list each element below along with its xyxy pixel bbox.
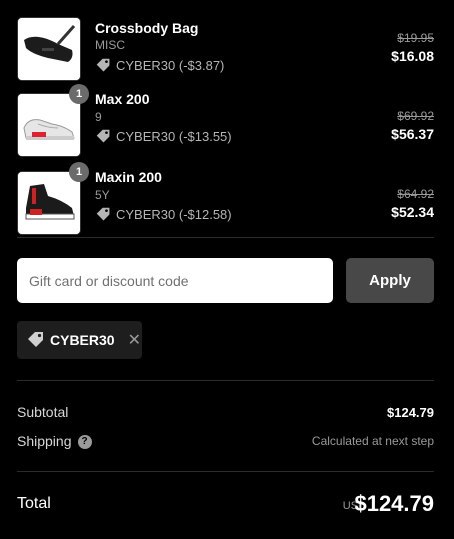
- product-image-sneaker-black: [17, 171, 81, 235]
- shipping-value: Calculated at next step: [311, 434, 434, 448]
- divider: [17, 471, 434, 472]
- tag-icon: [96, 58, 110, 72]
- tag-icon: [96, 129, 110, 143]
- apply-button[interactable]: Apply: [346, 258, 434, 303]
- item-variant: MISC: [95, 38, 125, 52]
- item-discount: CYBER30 (-$3.87): [95, 57, 224, 74]
- item-discount: CYBER30 (-$13.55): [95, 128, 232, 145]
- product-image-sneaker-white: [17, 93, 81, 157]
- product-image-bag: [17, 17, 81, 81]
- total-label: Total: [17, 495, 51, 512]
- subtotal-label: Subtotal: [17, 404, 69, 420]
- divider: [17, 380, 434, 381]
- item-name: Crossbody Bag: [95, 20, 199, 36]
- item-original-price: $19.95: [397, 31, 434, 45]
- item-discount-text: CYBER30 (-$12.58): [116, 207, 232, 222]
- item-name: Max 200: [95, 91, 150, 107]
- line-item: 1 Max 200 9 CYBER30 (-$13.55) $69.92 $56…: [0, 84, 454, 157]
- divider: [17, 237, 434, 238]
- item-original-price: $69.92: [397, 109, 434, 123]
- item-discount-text: CYBER30 (-$13.55): [116, 129, 232, 144]
- shipping-row: Shipping?: [17, 433, 92, 450]
- item-variant: 9: [95, 110, 102, 124]
- discount-code-input[interactable]: [17, 258, 333, 303]
- shipping-label: Shipping: [17, 433, 72, 449]
- applied-discount-chip: CYBER30 ✕: [17, 321, 142, 359]
- item-final-price: $56.37: [391, 126, 434, 142]
- quantity-badge: 1: [69, 162, 89, 182]
- close-icon[interactable]: ✕: [128, 330, 141, 350]
- item-discount-text: CYBER30 (-$3.87): [116, 58, 225, 73]
- item-variant: 5Y: [95, 188, 110, 202]
- subtotal-value: $124.79: [387, 405, 434, 420]
- line-item: 1 Maxin 200 5Y CYBER30 (-$12.58) $64.92 …: [0, 162, 454, 235]
- item-name: Maxin 200: [95, 169, 162, 185]
- help-icon[interactable]: ?: [77, 435, 92, 450]
- applied-discount-label: CYBER30: [50, 332, 115, 348]
- tag-icon: [28, 332, 43, 347]
- tag-icon: [96, 207, 110, 221]
- item-discount: CYBER30 (-$12.58): [95, 206, 232, 223]
- item-original-price: $64.92: [397, 187, 434, 201]
- item-final-price: $16.08: [391, 48, 434, 64]
- quantity-badge: 1: [69, 84, 89, 104]
- line-item: Crossbody Bag MISC CYBER30 (-$3.87) $19.…: [0, 9, 454, 81]
- total-value: $124.79: [354, 491, 434, 516]
- item-final-price: $52.34: [391, 204, 434, 220]
